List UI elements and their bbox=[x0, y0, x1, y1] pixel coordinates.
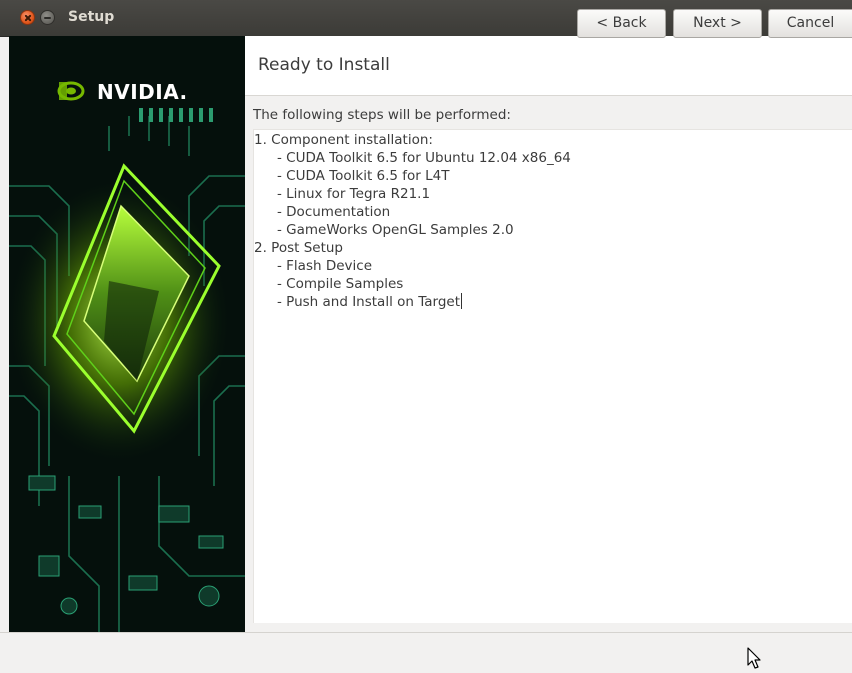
step-line: - GameWorks OpenGL Samples 2.0 bbox=[277, 222, 514, 238]
intro-text: The following steps will be performed: bbox=[253, 107, 511, 123]
step-line-last: - Push and Install on Target bbox=[277, 293, 462, 311]
minimize-window-icon[interactable] bbox=[40, 10, 55, 25]
step-line: - Compile Samples bbox=[277, 276, 404, 292]
summary-area: The following steps will be performed: 1… bbox=[245, 96, 852, 632]
close-window-icon[interactable] bbox=[20, 10, 35, 25]
step-line: - CUDA Toolkit 6.5 for L4T bbox=[277, 168, 450, 184]
step-line: 1. Component installation: bbox=[254, 132, 433, 148]
window-title: Setup bbox=[68, 9, 115, 25]
back-button[interactable]: < Back bbox=[577, 9, 666, 38]
cancel-button[interactable]: Cancel bbox=[768, 9, 852, 38]
button-bar bbox=[0, 632, 852, 673]
step-line: - Flash Device bbox=[277, 258, 373, 274]
circuit-chip-illustration bbox=[9, 36, 245, 632]
nvidia-banner: NVIDIA. bbox=[9, 36, 245, 632]
step-line: 2. Post Setup bbox=[254, 240, 344, 256]
step-line-text: - Push and Install on Target bbox=[277, 294, 460, 310]
mouse-pointer-icon bbox=[747, 647, 761, 669]
setup-window: Setup NVIDIA. Ready to Install The follo… bbox=[0, 0, 852, 673]
page-header: Ready to Install bbox=[245, 36, 852, 96]
step-line: - CUDA Toolkit 6.5 for Ubuntu 12.04 x86_… bbox=[277, 150, 571, 166]
step-line: - Documentation bbox=[277, 204, 391, 220]
nvidia-logo-text: NVIDIA. bbox=[97, 80, 188, 104]
content-panel: Ready to Install The following steps wil… bbox=[245, 36, 852, 632]
step-line: - Linux for Tegra R21.1 bbox=[277, 186, 431, 202]
install-steps-textarea[interactable]: 1. Component installation: - CUDA Toolki… bbox=[253, 129, 852, 623]
next-button[interactable]: Next > bbox=[673, 9, 762, 38]
text-caret bbox=[461, 293, 462, 309]
page-title: Ready to Install bbox=[258, 55, 390, 75]
